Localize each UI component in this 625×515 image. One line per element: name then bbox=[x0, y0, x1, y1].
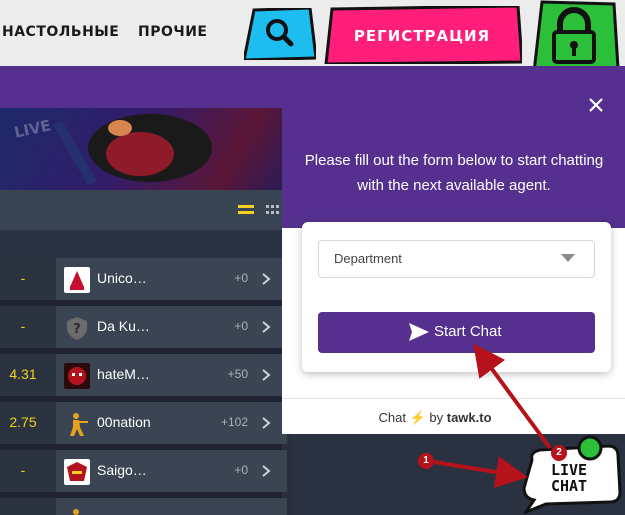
chevron-right-icon[interactable] bbox=[260, 321, 272, 333]
department-select-value: Department bbox=[334, 251, 402, 266]
tawk-brand: tawk.to bbox=[446, 410, 492, 425]
match-row[interactable] bbox=[0, 498, 287, 515]
match-odds[interactable]: - bbox=[0, 462, 46, 478]
team-name: 00nation bbox=[97, 414, 151, 430]
divider bbox=[282, 398, 625, 399]
more-markets-count: +0 bbox=[234, 463, 248, 477]
online-dot-icon bbox=[577, 435, 603, 461]
powered-by[interactable]: Chat ⚡ by tawk.to bbox=[282, 410, 588, 426]
list-toolbar bbox=[0, 190, 282, 230]
caret-down-icon bbox=[561, 254, 575, 262]
team-logo-icon bbox=[64, 267, 90, 293]
more-markets-count: +102 bbox=[220, 415, 248, 429]
login-button[interactable] bbox=[530, 0, 620, 76]
match-odds[interactable]: 2.75 bbox=[0, 414, 46, 430]
nav-link-board-games[interactable]: НАСТОЛЬНЫЕ bbox=[2, 24, 119, 40]
match-odds[interactable]: - bbox=[0, 270, 46, 286]
team-name: Saigo… bbox=[97, 462, 147, 478]
grid-view-icon[interactable] bbox=[266, 205, 282, 215]
team-logo-icon bbox=[64, 459, 90, 485]
chevron-right-icon[interactable] bbox=[260, 273, 272, 285]
chevron-right-icon[interactable] bbox=[260, 465, 272, 477]
send-icon bbox=[409, 323, 429, 341]
team-logo-icon bbox=[64, 363, 90, 389]
team-name: Da Ku… bbox=[97, 318, 150, 334]
svg-text:?: ? bbox=[73, 322, 81, 337]
more-markets-count: +0 bbox=[234, 271, 248, 285]
chevron-right-icon[interactable] bbox=[260, 417, 272, 429]
step-badge-2: 2 bbox=[551, 445, 567, 461]
match-odds[interactable]: 4.31 bbox=[0, 366, 46, 382]
counter-strike-icon bbox=[70, 413, 88, 436]
list-view-icon[interactable] bbox=[238, 205, 254, 215]
shield-question-icon: ? bbox=[67, 317, 87, 340]
promo-banner[interactable]: LIVE bbox=[0, 108, 282, 190]
team-name: Unico… bbox=[97, 270, 147, 286]
more-markets-count: +0 bbox=[234, 319, 248, 333]
start-chat-label: Start Chat bbox=[434, 323, 502, 340]
top-navigation: НАСТОЛЬНЫЕ ПРОЧИЕ РЕГИСТРАЦИЯ bbox=[0, 0, 625, 74]
match-row[interactable]: - Unico… +0 bbox=[0, 258, 287, 300]
step-badge-1: 1 bbox=[418, 453, 434, 469]
nav-link-other[interactable]: ПРОЧИЕ bbox=[138, 24, 207, 40]
match-row[interactable]: - ? Da Ku… +0 bbox=[0, 306, 287, 348]
match-row[interactable]: - Saigo… +0 bbox=[0, 450, 287, 492]
close-icon[interactable] bbox=[585, 94, 607, 116]
match-row[interactable]: 4.31 hateM… +50 bbox=[0, 354, 287, 396]
register-button[interactable]: РЕГИСТРАЦИЯ bbox=[322, 6, 522, 64]
banner-art bbox=[53, 114, 212, 186]
team-name: hateM… bbox=[97, 366, 150, 382]
counter-strike-icon bbox=[73, 509, 79, 515]
match-row[interactable]: 2.75 00nation +102 bbox=[0, 402, 287, 444]
chat-header bbox=[282, 66, 625, 228]
lightning-icon: ⚡ bbox=[409, 410, 426, 425]
search-button[interactable] bbox=[244, 8, 316, 60]
chat-intro-text: Please fill out the form below to start … bbox=[304, 152, 604, 194]
match-odds[interactable]: - bbox=[0, 318, 46, 334]
more-markets-count: +50 bbox=[227, 367, 248, 381]
chevron-right-icon[interactable] bbox=[260, 369, 272, 381]
live-chat-label: LIVE CHAT bbox=[550, 461, 588, 495]
